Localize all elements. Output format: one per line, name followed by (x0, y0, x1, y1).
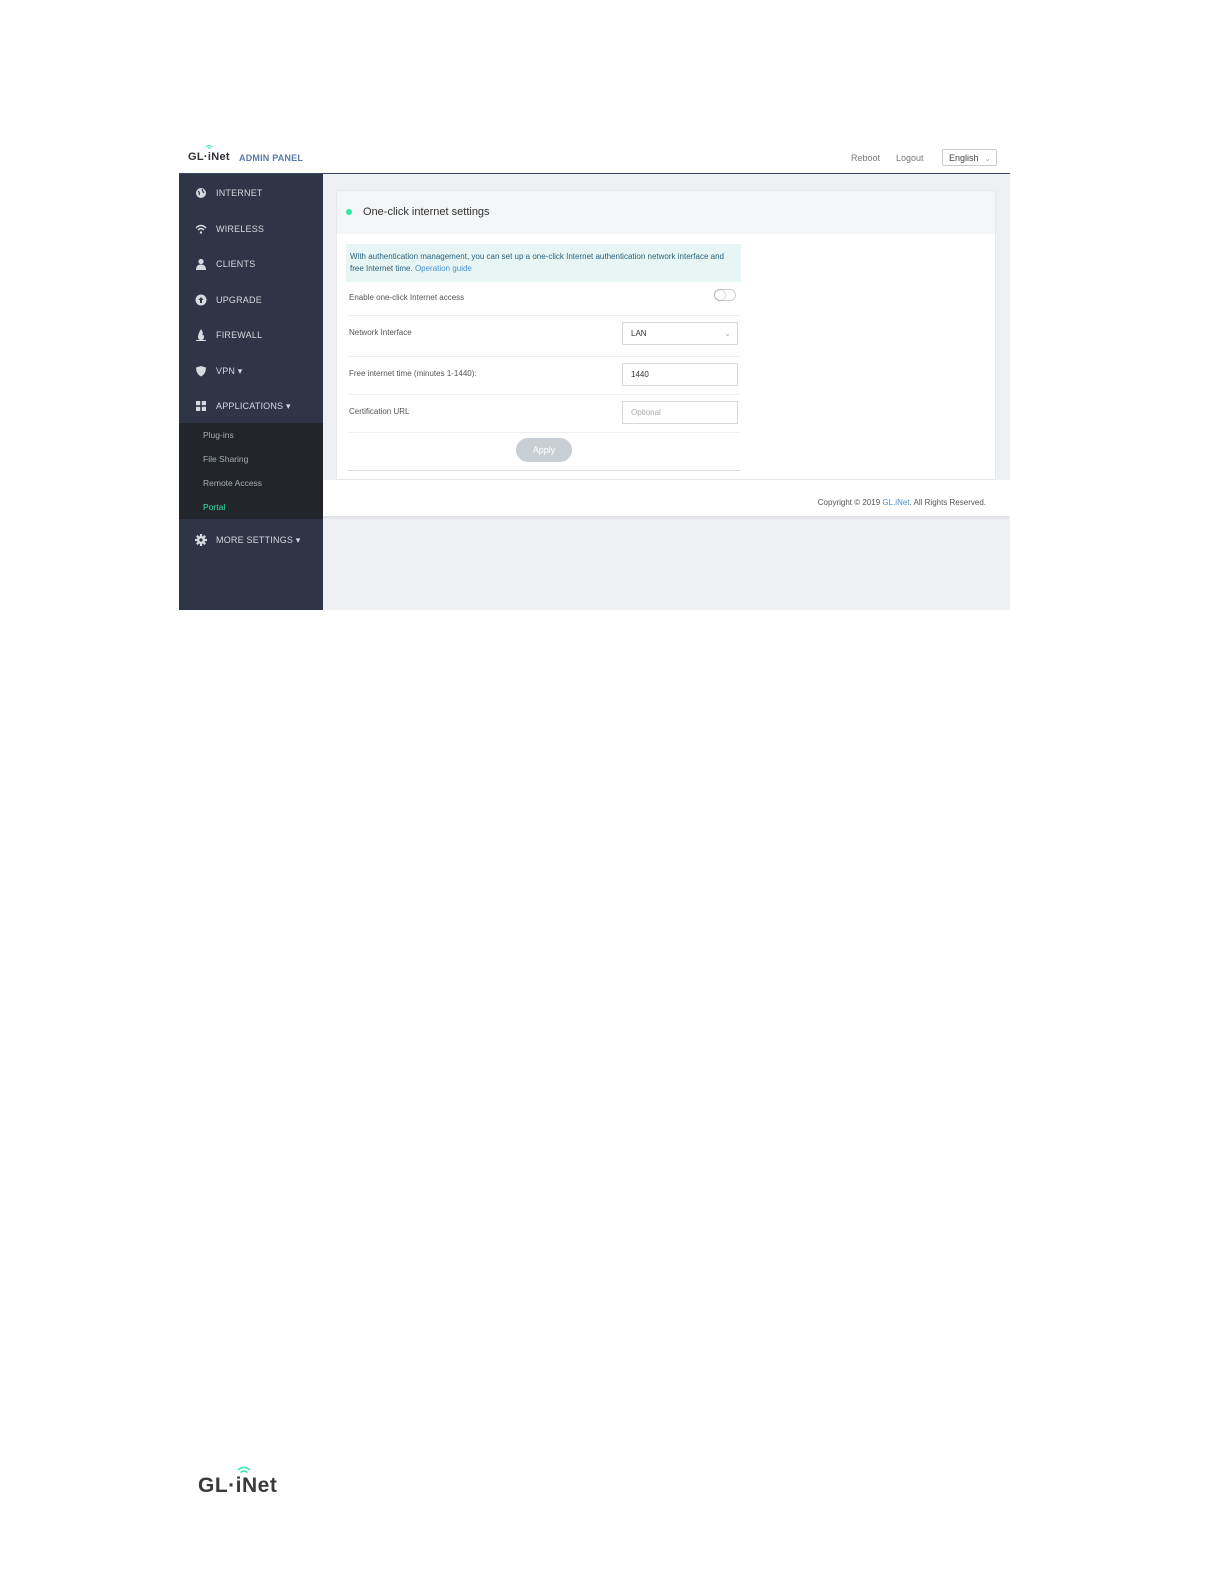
status-dot-icon (346, 209, 352, 215)
sidebar-item-applications[interactable]: APPLICATIONS ▾ (179, 388, 323, 423)
footer-logo-text: GL·iNet (198, 1474, 278, 1497)
operation-guide-link[interactable]: Operation guide (415, 264, 472, 273)
admin-panel-label: ADMIN PANEL (239, 153, 304, 163)
sidebar-item-firewall[interactable]: FIREWALL (179, 317, 323, 352)
network-interface-value: LAN (631, 329, 647, 338)
sidebar-item-vpn[interactable]: VPN ▾ (179, 353, 323, 388)
sidebar-item-internet[interactable]: INTERNET (179, 175, 323, 210)
network-interface-row: Network Interface LAN ⌄ (348, 315, 740, 357)
sidebar-item-upgrade[interactable]: UPGRADE (179, 282, 323, 317)
sidebar-item-wireless[interactable]: WIRELESS (179, 211, 323, 246)
settings-card: One-click internet settings With authent… (336, 190, 996, 480)
language-value: English (949, 153, 979, 163)
network-interface-select[interactable]: LAN ⌄ (622, 322, 738, 345)
grid-icon (196, 401, 206, 411)
free-time-input[interactable]: 1440 (622, 363, 738, 386)
upload-icon (195, 294, 207, 306)
enable-label: Enable one-click Internet access (349, 293, 465, 302)
card-header: One-click internet settings (337, 191, 995, 234)
copyright-text: Copyright © 2019 GL.iNet. All Rights Res… (818, 498, 986, 507)
certification-url-label: Certification URL (349, 407, 410, 416)
applications-submenu: Plug-ins File Sharing Remote Access Port… (179, 423, 323, 519)
reboot-link[interactable]: Reboot (851, 153, 880, 163)
chevron-down-icon: ⌄ (984, 154, 991, 163)
submenu-item-file-sharing[interactable]: File Sharing (203, 454, 248, 464)
flame-icon (196, 329, 206, 341)
submenu-item-plugins[interactable]: Plug-ins (203, 430, 234, 440)
top-bar: GL·iNet ADMIN PANEL Reboot Logout Englis… (179, 143, 1010, 174)
enable-row: Enable one-click Internet access (348, 283, 740, 316)
logout-link[interactable]: Logout (896, 153, 924, 163)
info-banner: With authentication management, you can … (346, 244, 741, 282)
sidebar: INTERNET WIRELESS CLIENTS UPGRADE FIREWA… (179, 174, 323, 610)
free-time-row: Free internet time (minutes 1-1440): 144… (348, 356, 740, 395)
network-interface-label: Network Interface (349, 328, 412, 337)
admin-panel-screenshot: GL·iNet ADMIN PANEL Reboot Logout Englis… (179, 143, 1010, 610)
footer-bar: Copyright © 2019 GL.iNet. All Rights Res… (323, 480, 1010, 516)
copyright-suffix: . All Rights Reserved. (909, 498, 986, 507)
sidebar-item-label: INTERNET (216, 188, 263, 198)
enable-toggle[interactable] (714, 289, 736, 301)
wifi-logo-icon (205, 145, 213, 149)
info-text: With authentication management, you can … (350, 252, 724, 273)
shield-icon (196, 366, 206, 377)
certification-url-row: Certification URL Optional (348, 394, 740, 433)
wifi-logo-icon (237, 1466, 251, 1474)
free-time-label: Free internet time (minutes 1-1440): (349, 369, 477, 378)
copyright-company-link[interactable]: GL.iNet (882, 498, 909, 507)
sidebar-item-clients[interactable]: CLIENTS (179, 246, 323, 281)
submenu-item-remote-access[interactable]: Remote Access (203, 478, 262, 488)
apply-button[interactable]: Apply (516, 438, 572, 462)
divider (348, 470, 740, 471)
footer-logo: GL·iNet (198, 1466, 298, 1497)
submenu-item-portal[interactable]: Portal (203, 502, 225, 512)
certification-url-input[interactable]: Optional (622, 401, 738, 424)
sidebar-item-more-settings[interactable]: MORE SETTINGS ▾ (179, 522, 323, 557)
sidebar-item-label: FIREWALL (216, 330, 263, 340)
sidebar-item-label: VPN ▾ (216, 366, 243, 376)
chevron-down-icon: ⌄ (724, 329, 731, 338)
copyright-prefix: Copyright © 2019 (817, 498, 883, 507)
gear-icon (195, 534, 207, 546)
sidebar-item-label: WIRELESS (216, 224, 265, 234)
wifi-icon (195, 224, 207, 234)
sidebar-item-label: CLIENTS (216, 259, 256, 269)
sidebar-item-label: UPGRADE (216, 295, 262, 305)
toggle-knob (715, 290, 725, 300)
language-select[interactable]: English ⌄ (942, 149, 997, 166)
sidebar-item-label: MORE SETTINGS ▾ (216, 535, 301, 545)
card-title: One-click internet settings (363, 206, 490, 218)
sidebar-item-label: APPLICATIONS ▾ (216, 401, 291, 411)
globe-icon (196, 188, 206, 198)
user-icon (196, 258, 206, 270)
brand-logo[interactable]: GL·iNet (188, 145, 230, 163)
